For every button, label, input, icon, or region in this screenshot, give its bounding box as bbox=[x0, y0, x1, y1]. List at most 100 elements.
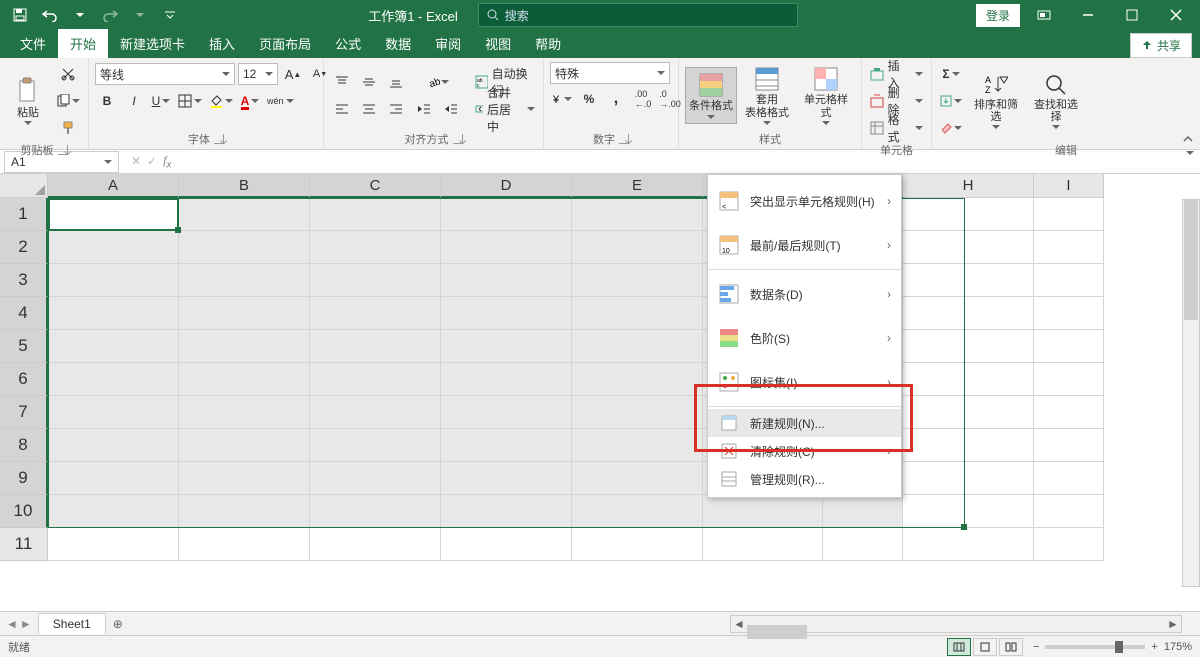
cell[interactable] bbox=[572, 495, 703, 528]
cell[interactable] bbox=[572, 264, 703, 297]
row-header-8[interactable]: 8 bbox=[0, 429, 48, 462]
row-header-6[interactable]: 6 bbox=[0, 363, 48, 396]
maximize-button[interactable] bbox=[1112, 0, 1152, 30]
cell[interactable] bbox=[903, 495, 1034, 528]
undo-button[interactable] bbox=[36, 1, 64, 29]
sort-filter-button[interactable]: AZ 排序和筛选 bbox=[968, 69, 1024, 133]
paste-button[interactable]: 粘贴 bbox=[6, 73, 50, 129]
redo-dropdown[interactable] bbox=[126, 1, 154, 29]
format-table-button[interactable]: 套用 表格格式 bbox=[741, 62, 793, 128]
merge-center-button[interactable]: 合并后居中 bbox=[473, 97, 537, 121]
cell[interactable] bbox=[903, 297, 1034, 330]
increase-font-button[interactable]: A▲ bbox=[281, 62, 305, 86]
orientation-button[interactable]: ab bbox=[412, 70, 463, 94]
cell[interactable] bbox=[48, 264, 179, 297]
cell[interactable] bbox=[1034, 495, 1104, 528]
cell[interactable] bbox=[441, 429, 572, 462]
align-top-button[interactable] bbox=[330, 70, 354, 94]
ribbon-options-button[interactable] bbox=[1024, 0, 1064, 30]
cut-button[interactable] bbox=[54, 62, 82, 86]
cell[interactable] bbox=[1034, 462, 1104, 495]
row-header-7[interactable]: 7 bbox=[0, 396, 48, 429]
search-box[interactable]: 搜索 bbox=[478, 3, 798, 27]
format-cells-button[interactable]: 格式 bbox=[868, 116, 925, 140]
cell[interactable] bbox=[310, 297, 441, 330]
collapse-ribbon-button[interactable] bbox=[1182, 133, 1194, 145]
cell[interactable] bbox=[441, 297, 572, 330]
undo-dropdown[interactable] bbox=[66, 1, 94, 29]
cell[interactable] bbox=[48, 495, 179, 528]
cell-styles-button[interactable]: 单元格样式 bbox=[797, 62, 855, 128]
cell[interactable] bbox=[903, 462, 1034, 495]
redo-button[interactable] bbox=[96, 1, 124, 29]
close-button[interactable] bbox=[1156, 0, 1196, 30]
col-header-I[interactable]: I bbox=[1034, 174, 1104, 198]
menu-data-bars[interactable]: 数据条(D)› bbox=[708, 272, 901, 316]
horizontal-scrollbar[interactable]: ◄► bbox=[730, 615, 1182, 633]
menu-top-bottom-rules[interactable]: 10 最前/最后规则(T)› bbox=[708, 223, 901, 267]
row-header-4[interactable]: 4 bbox=[0, 297, 48, 330]
conditional-format-button[interactable]: 条件格式 bbox=[685, 67, 737, 123]
cell[interactable] bbox=[441, 528, 572, 561]
find-select-button[interactable]: 查找和选择 bbox=[1028, 69, 1084, 133]
vertical-scrollbar[interactable] bbox=[1182, 199, 1200, 587]
cell[interactable] bbox=[572, 330, 703, 363]
number-format-select[interactable]: 特殊 bbox=[550, 62, 670, 84]
page-break-view-button[interactable] bbox=[999, 638, 1023, 656]
comma-button[interactable]: , bbox=[604, 87, 628, 111]
cell[interactable] bbox=[179, 495, 310, 528]
cell[interactable] bbox=[179, 396, 310, 429]
cell[interactable] bbox=[310, 264, 441, 297]
sheet-tab-1[interactable]: Sheet1 bbox=[38, 613, 106, 634]
number-launcher[interactable] bbox=[619, 134, 629, 144]
cell[interactable] bbox=[572, 198, 703, 231]
format-painter-button[interactable] bbox=[54, 116, 82, 140]
zoom-in-button[interactable]: + bbox=[1151, 641, 1157, 653]
row-header-5[interactable]: 5 bbox=[0, 330, 48, 363]
cell[interactable] bbox=[48, 330, 179, 363]
cell[interactable] bbox=[572, 528, 703, 561]
cell[interactable] bbox=[441, 396, 572, 429]
align-center-button[interactable] bbox=[357, 97, 381, 121]
cell[interactable] bbox=[310, 396, 441, 429]
minimize-button[interactable] bbox=[1068, 0, 1108, 30]
cell[interactable] bbox=[179, 528, 310, 561]
cell[interactable] bbox=[310, 462, 441, 495]
cell[interactable] bbox=[179, 429, 310, 462]
cell[interactable] bbox=[179, 264, 310, 297]
tab-data[interactable]: 数据 bbox=[373, 29, 423, 58]
cell[interactable] bbox=[179, 363, 310, 396]
row-header-11[interactable]: 11 bbox=[0, 528, 48, 561]
menu-clear-rules[interactable]: 清除规则(C)› bbox=[708, 437, 901, 465]
select-all-corner[interactable] bbox=[0, 174, 48, 198]
cell[interactable] bbox=[903, 429, 1034, 462]
fill-color-button[interactable] bbox=[207, 89, 235, 113]
col-header-A[interactable]: A bbox=[48, 174, 179, 198]
font-name-select[interactable]: 等线 bbox=[95, 63, 235, 85]
cell[interactable] bbox=[179, 198, 310, 231]
cell[interactable] bbox=[441, 264, 572, 297]
normal-view-button[interactable] bbox=[947, 638, 971, 656]
phonetic-button[interactable]: wén bbox=[265, 89, 296, 113]
italic-button[interactable]: I bbox=[122, 89, 146, 113]
cell[interactable] bbox=[48, 363, 179, 396]
cell[interactable] bbox=[310, 495, 441, 528]
align-middle-button[interactable] bbox=[357, 70, 381, 94]
cell[interactable] bbox=[823, 528, 903, 561]
tab-view[interactable]: 视图 bbox=[473, 29, 523, 58]
row-header-2[interactable]: 2 bbox=[0, 231, 48, 264]
cell[interactable] bbox=[572, 231, 703, 264]
login-button[interactable]: 登录 bbox=[976, 4, 1020, 27]
cell[interactable] bbox=[441, 330, 572, 363]
row-header-1[interactable]: 1 bbox=[0, 198, 48, 231]
cell[interactable] bbox=[48, 528, 179, 561]
tab-formulas[interactable]: 公式 bbox=[323, 29, 373, 58]
menu-manage-rules[interactable]: 管理规则(R)... bbox=[708, 465, 901, 493]
cell[interactable] bbox=[179, 330, 310, 363]
qat-customize[interactable] bbox=[156, 1, 184, 29]
cell[interactable] bbox=[903, 231, 1034, 264]
fill-button[interactable] bbox=[938, 89, 964, 113]
cell[interactable] bbox=[179, 231, 310, 264]
row-header-9[interactable]: 9 bbox=[0, 462, 48, 495]
cell[interactable] bbox=[48, 198, 179, 231]
